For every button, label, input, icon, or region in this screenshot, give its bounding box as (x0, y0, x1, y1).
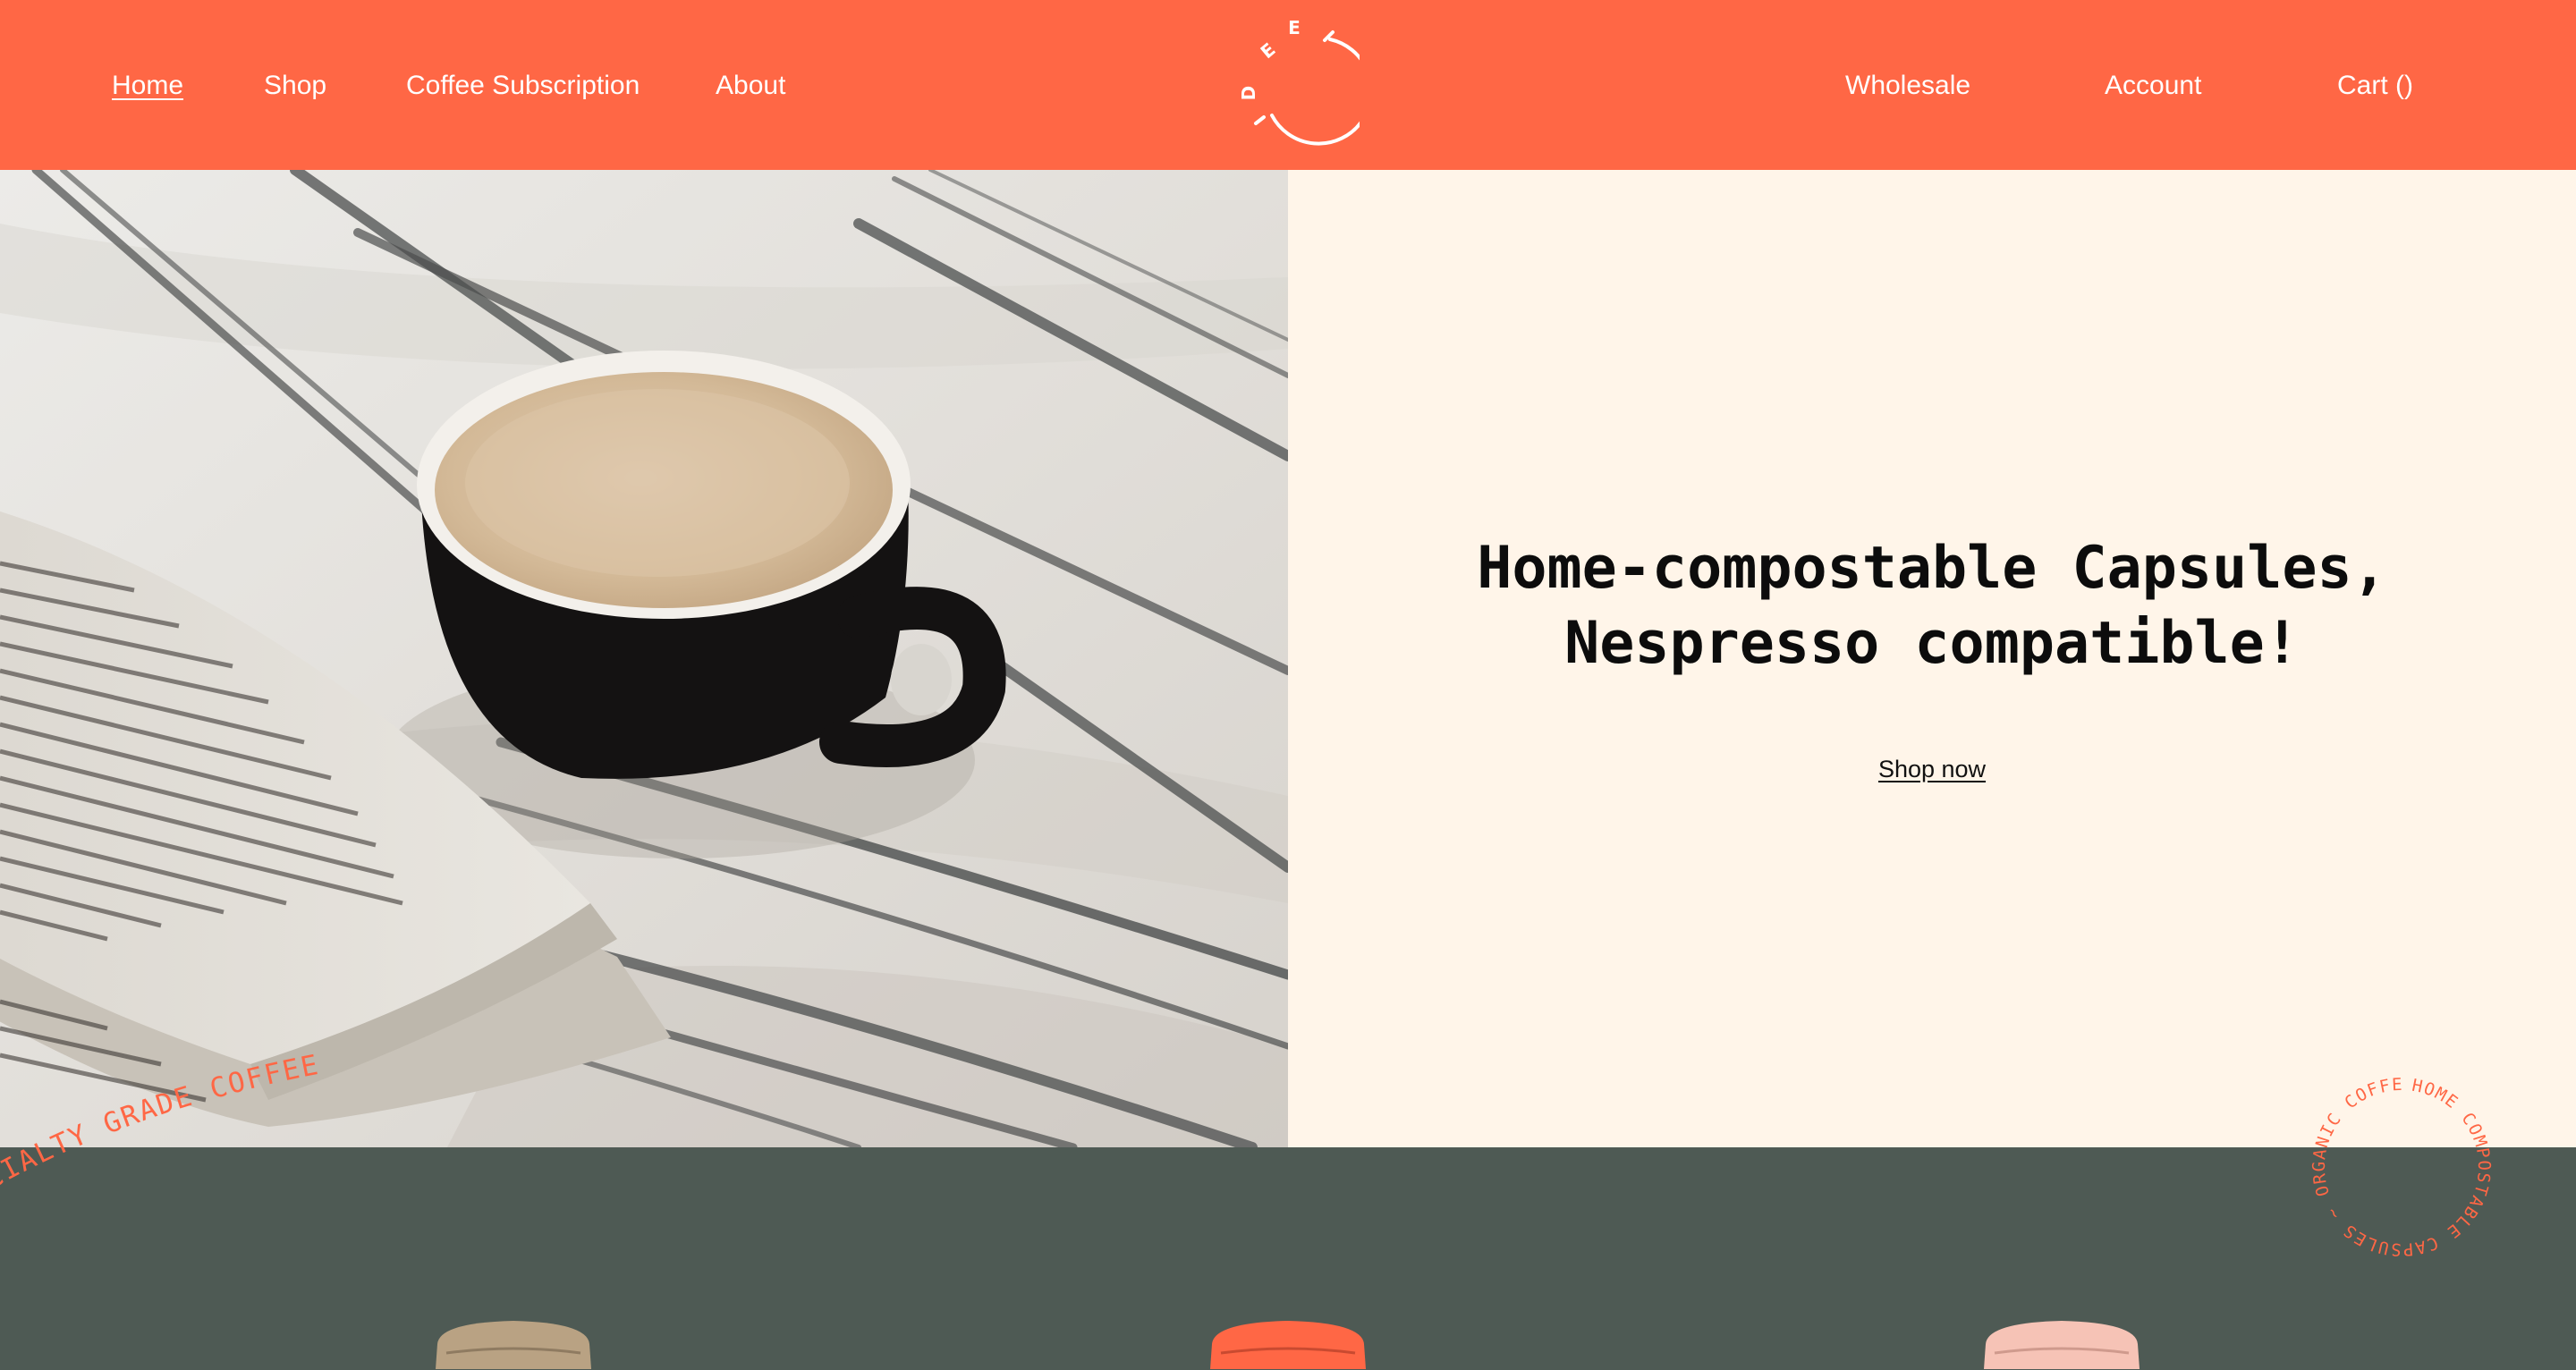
nav-shop-link[interactable]: Shop (264, 68, 326, 104)
logo-letter: E (1257, 38, 1280, 63)
hero-panel: Home-compostable Capsules, Nespresso com… (1288, 170, 2576, 1147)
hero-title-line-2: Nespresso compatible! (1564, 610, 2300, 677)
capsule-tan-image[interactable] (428, 1317, 598, 1370)
nav-coffee-subscription-link[interactable]: Coffee Subscription (406, 68, 640, 104)
logo-letter: D (1238, 86, 1259, 101)
hero-image (0, 170, 1288, 1147)
nav-cart-link[interactable]: Cart () (2337, 68, 2413, 104)
nav-about-link[interactable]: About (716, 68, 785, 104)
capsule-pink-image[interactable] (1977, 1317, 2147, 1370)
brand-logo[interactable]: E E D (1216, 14, 1374, 148)
shop-now-link[interactable]: Shop now (1878, 756, 1986, 782)
coffee-cup-book-illustration (0, 170, 1288, 1147)
hero-title-line-1: Home-compostable Capsules, (1477, 535, 2387, 602)
logo-mark-icon: E E D (1238, 17, 1374, 146)
nav-home-link[interactable]: Home (112, 68, 183, 104)
logo-letter: E (1288, 17, 1301, 38)
site-header: Home Shop Coffee Subscription About E E … (0, 0, 2576, 170)
capsule-orange-image[interactable] (1203, 1317, 1373, 1370)
product-band (0, 1147, 2576, 1370)
nav-account-link[interactable]: Account (2105, 68, 2201, 104)
hero-title: Home-compostable Capsules, Nespresso com… (1288, 531, 2576, 681)
nav-wholesale-link[interactable]: Wholesale (1845, 68, 1970, 104)
